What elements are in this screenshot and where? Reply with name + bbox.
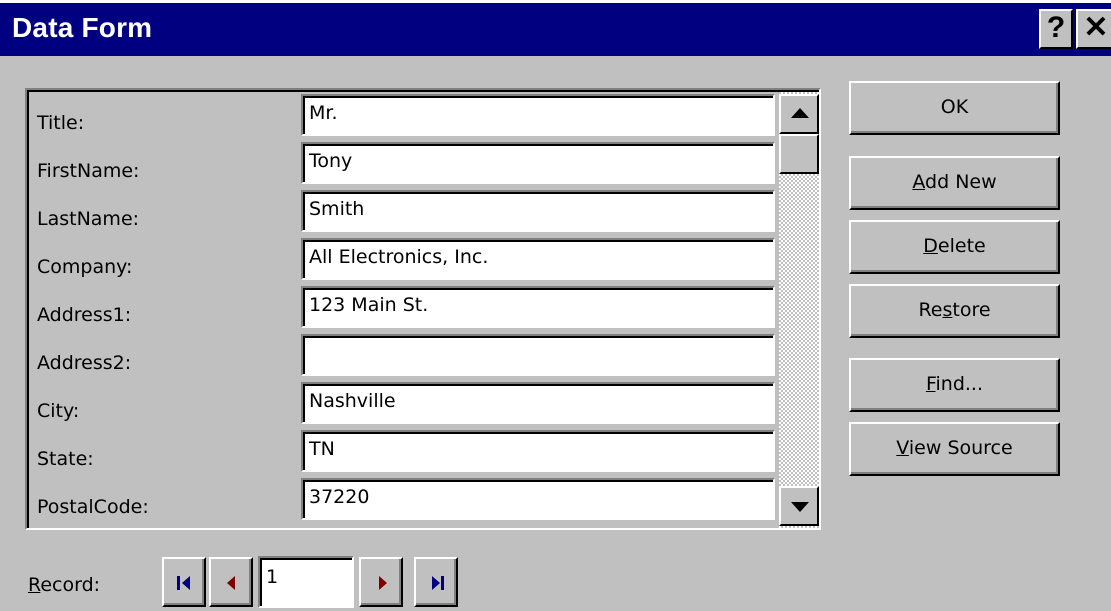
- first-record-icon: [182, 576, 190, 590]
- record-label: Record:: [28, 574, 100, 596]
- scroll-thumb[interactable]: [779, 134, 819, 174]
- field-row-company: Company: All Electronics, Inc.: [29, 238, 789, 286]
- field-input-state[interactable]: TN: [301, 430, 775, 472]
- previous-record-button[interactable]: [209, 557, 253, 607]
- field-input-postalcode[interactable]: 37220: [301, 478, 775, 520]
- ok-button-label: OK: [940, 96, 969, 118]
- find-mnemonic: F: [925, 373, 936, 395]
- record-mnemonic: R: [28, 574, 41, 596]
- restore-label-pre: Re: [918, 299, 943, 321]
- scroll-up-button[interactable]: [779, 94, 819, 134]
- field-row-firstname: FirstName: Tony: [29, 142, 789, 190]
- field-row-address1: Address1: 123 Main St.: [29, 286, 789, 334]
- field-label-firstname: FirstName:: [37, 160, 140, 182]
- triangle-down-icon: [791, 502, 809, 512]
- next-record-icon: [379, 576, 387, 590]
- delete-mnemonic: D: [923, 235, 938, 257]
- field-label-company: Company:: [37, 256, 133, 278]
- field-label-address2: Address2:: [37, 352, 132, 374]
- previous-record-icon: [227, 576, 235, 590]
- ok-button[interactable]: OK: [849, 81, 1060, 135]
- delete-label: elete: [937, 235, 986, 257]
- record-label-text: ecord:: [40, 574, 101, 596]
- last-record-icon: [432, 576, 440, 590]
- field-label-city: City:: [37, 400, 80, 422]
- field-row-title: Title: Mr.: [29, 94, 789, 142]
- view-source-label: iew Source: [908, 437, 1013, 459]
- field-input-address2[interactable]: [301, 334, 775, 376]
- help-button[interactable]: ?: [1039, 9, 1073, 49]
- field-label-address1: Address1:: [37, 304, 132, 326]
- field-label-postalcode: PostalCode:: [37, 496, 149, 518]
- add-new-label: dd New: [925, 171, 997, 193]
- close-button[interactable]: ✕: [1076, 9, 1111, 49]
- find-label: ind...: [935, 373, 984, 395]
- close-icon: ✕: [1083, 11, 1109, 44]
- vertical-scrollbar[interactable]: [779, 92, 819, 528]
- view-source-mnemonic: V: [896, 437, 909, 459]
- fields-panel: Title: Mr. FirstName: Tony LastName: Smi…: [25, 88, 821, 530]
- first-record-icon-bar: [177, 576, 180, 590]
- field-label-state: State:: [37, 448, 94, 470]
- field-row-lastname: LastName: Smith: [29, 190, 789, 238]
- delete-button[interactable]: Delete: [849, 220, 1060, 274]
- field-row-city: City: Nashville: [29, 382, 789, 430]
- field-input-title[interactable]: Mr.: [301, 94, 775, 136]
- view-source-button[interactable]: View Source: [849, 422, 1060, 476]
- field-input-city[interactable]: Nashville: [301, 382, 775, 424]
- field-label-title: Title:: [37, 112, 85, 134]
- window-title: Data Form: [12, 12, 153, 43]
- first-record-button[interactable]: [162, 557, 206, 607]
- last-record-icon-bar: [441, 576, 444, 590]
- field-row-state: State: TN: [29, 430, 789, 478]
- restore-mnemonic: s: [942, 299, 953, 321]
- find-button[interactable]: Find...: [849, 358, 1060, 412]
- add-new-mnemonic: A: [912, 171, 926, 193]
- title-bar: Data Form ? ✕: [0, 0, 1111, 56]
- restore-label: tore: [952, 299, 991, 321]
- restore-button[interactable]: Restore: [849, 284, 1060, 338]
- field-input-lastname[interactable]: Smith: [301, 190, 775, 232]
- field-row-postalcode: PostalCode: 37220: [29, 478, 789, 526]
- last-record-button[interactable]: [414, 557, 458, 607]
- question-mark-icon: ?: [1046, 11, 1066, 44]
- field-label-lastname: LastName:: [37, 208, 140, 230]
- record-number-input[interactable]: 1: [258, 556, 354, 608]
- scroll-down-button[interactable]: [779, 486, 819, 526]
- field-input-address1[interactable]: 123 Main St.: [301, 286, 775, 328]
- next-record-button[interactable]: [359, 557, 403, 607]
- field-input-firstname[interactable]: Tony: [301, 142, 775, 184]
- add-new-button[interactable]: Add New: [849, 156, 1060, 210]
- triangle-up-icon: [791, 108, 809, 118]
- field-row-address2: Address2:: [29, 334, 789, 382]
- field-input-company[interactable]: All Electronics, Inc.: [301, 238, 775, 280]
